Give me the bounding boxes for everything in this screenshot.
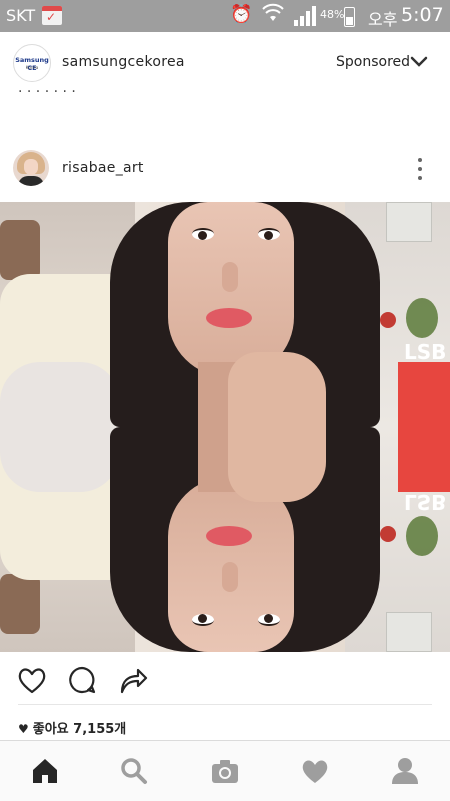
camera-icon[interactable] <box>209 755 241 787</box>
photo-lips <box>206 526 252 546</box>
photo-bottom-half-mirrored: LSB <box>0 427 450 652</box>
photo-eye-left <box>192 614 214 626</box>
photo-sign-text: LSB <box>404 490 447 514</box>
photo-lace <box>0 427 120 492</box>
post-header: risabae_art <box>0 140 450 200</box>
comment-icon[interactable] <box>66 664 98 696</box>
avatar-face <box>24 159 38 175</box>
heart-icon[interactable] <box>16 664 48 696</box>
photo-plant <box>406 298 438 338</box>
ampm-label: 오후 <box>368 10 398 29</box>
divider <box>18 704 432 705</box>
truncated-caption: . . . . . . . <box>0 88 450 102</box>
photo-eye-right <box>258 228 280 240</box>
sponsored-post-header: Samsung CE Korea samsungcekorea Sponsore… <box>0 32 450 96</box>
photo-nose <box>222 262 238 292</box>
status-bar: SKT ⏰ 48% 오후 5:07 <box>0 0 450 32</box>
post-actions <box>0 652 450 708</box>
carrier-label: SKT <box>6 6 36 25</box>
activity-heart-icon[interactable] <box>299 755 331 787</box>
post-username[interactable]: risabae_art <box>62 160 144 176</box>
photo-hand <box>228 352 326 427</box>
sponsored-username[interactable]: samsungcekorea <box>62 54 185 70</box>
photo-flower <box>380 312 396 328</box>
calendar-notification-icon <box>42 6 62 25</box>
share-icon[interactable] <box>116 664 148 696</box>
likes-count[interactable]: ♥ 좋아요 7,155개 <box>18 718 126 737</box>
home-icon[interactable] <box>29 755 61 787</box>
battery-icon <box>344 7 355 27</box>
photo-eye-right <box>258 614 280 626</box>
truncated-caption-text: . . . . . . . <box>18 88 76 96</box>
vertical-ellipsis-icon[interactable] <box>410 156 430 182</box>
alarm-icon: ⏰ <box>230 4 253 25</box>
clock: 5:07 <box>401 4 444 26</box>
user-avatar[interactable] <box>13 150 49 186</box>
chevron-down-icon[interactable] <box>410 56 428 68</box>
post-photo[interactable]: LSB LSB <box>0 202 450 652</box>
photo-sign-text: LSB <box>404 340 447 364</box>
photo-lips <box>206 308 252 328</box>
photo-nose <box>222 562 238 592</box>
ellipsis-dot <box>418 167 422 171</box>
wifi-icon <box>262 3 284 21</box>
search-icon[interactable] <box>118 755 150 787</box>
battery-percent: 48% <box>320 8 345 21</box>
samsung-avatar[interactable]: Samsung CE Korea <box>13 44 51 82</box>
photo-eye-left <box>192 228 214 240</box>
photo-wall-panel <box>386 202 432 242</box>
photo-pot <box>0 574 40 634</box>
photo-wall-panel <box>386 612 432 652</box>
signal-icon <box>294 6 316 26</box>
likes-text: 좋아요 7,155개 <box>32 722 127 737</box>
ellipsis-dot <box>418 176 422 180</box>
photo-flower <box>380 526 396 542</box>
samsung-avatar-subtext: Korea <box>25 66 39 71</box>
photo-lace <box>0 362 120 427</box>
sponsored-label: Sponsored <box>336 54 411 70</box>
photo-hand <box>228 427 326 502</box>
photo-plant <box>406 516 438 556</box>
ellipsis-dot <box>418 158 422 162</box>
photo-top-half: LSB <box>0 202 450 427</box>
photo-red-cabinet <box>398 427 450 492</box>
photo-red-cabinet <box>398 362 450 427</box>
bottom-nav <box>0 740 450 801</box>
avatar-body <box>18 176 44 186</box>
profile-icon[interactable] <box>389 755 421 787</box>
photo-pot <box>0 220 40 280</box>
small-heart-icon: ♥ <box>18 722 29 736</box>
